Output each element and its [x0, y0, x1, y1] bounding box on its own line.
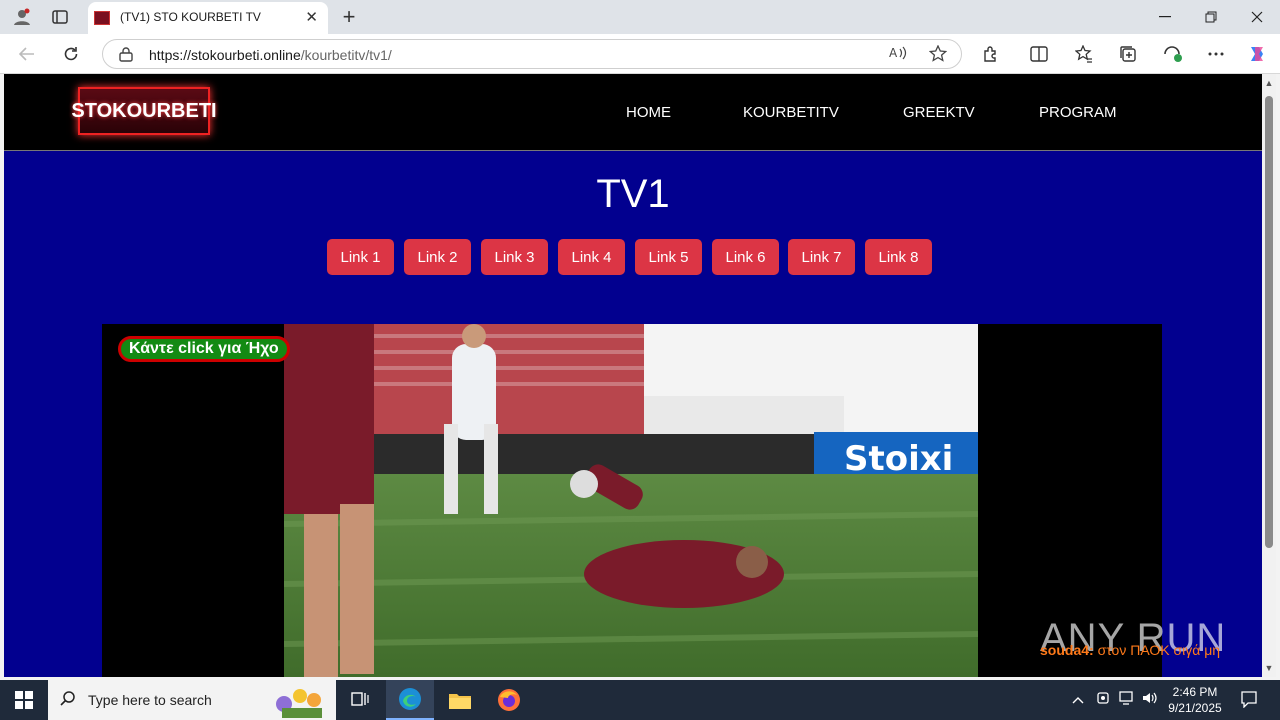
video-player[interactable]: Stoixi Κάντε click για Ήχο [102, 324, 1162, 677]
tray-chevron-icon[interactable] [1072, 691, 1084, 707]
new-tab-button[interactable]: + [336, 4, 362, 30]
collections-icon[interactable] [1115, 42, 1141, 66]
video-frame[interactable]: Stoixi [284, 324, 978, 677]
clock-date: 9/21/2025 [1168, 701, 1222, 715]
site-favicon-icon [94, 11, 110, 25]
url-host: https://stokourbeti.online [149, 47, 301, 63]
chat-ticker: souda4: στον ΠΑΟΚ σιγά μη [1040, 642, 1220, 658]
more-options-icon[interactable] [1203, 42, 1229, 66]
search-decoration-flowers-icon [276, 689, 322, 718]
file-explorer-icon[interactable] [436, 680, 484, 720]
windows-logo-icon [15, 691, 33, 709]
ticker-user: souda4: [1040, 642, 1094, 658]
nav-greektv[interactable]: GREEKTV [903, 104, 975, 121]
scroll-down-icon[interactable]: ▼ [1262, 661, 1276, 675]
link-5-button[interactable]: Link 5 [635, 239, 702, 275]
nav-program[interactable]: PROGRAM [1039, 104, 1117, 121]
notifications-icon[interactable] [1240, 690, 1258, 711]
scrollbar-thumb[interactable] [1265, 96, 1273, 548]
volume-icon[interactable] [1142, 691, 1158, 708]
windows-taskbar: Type here to search 2:46 PM 9/21/2025 [0, 680, 1280, 720]
profile-icon[interactable] [9, 6, 35, 28]
close-tab-icon[interactable]: ✕ [305, 8, 318, 26]
extensions-icon[interactable] [978, 42, 1004, 66]
video-billboard-text: Stoixi [844, 439, 953, 479]
close-window-icon[interactable] [1234, 0, 1280, 34]
tab-actions-icon[interactable] [47, 6, 73, 28]
copilot-icon[interactable] [1244, 42, 1270, 66]
back-icon[interactable] [14, 42, 40, 66]
page-title: TV1 [596, 172, 670, 216]
restore-icon[interactable] [1188, 0, 1234, 34]
network-icon[interactable] [1119, 691, 1135, 708]
link-7-button[interactable]: Link 7 [788, 239, 855, 275]
search-icon [60, 690, 76, 711]
browser-toolbar: https://stokourbeti.online/kourbetitv/tv… [0, 34, 1280, 74]
edge-taskbar-icon[interactable] [386, 680, 434, 720]
scroll-up-icon[interactable]: ▲ [1262, 76, 1276, 90]
firefox-icon[interactable] [485, 680, 533, 720]
link-2-button[interactable]: Link 2 [404, 239, 471, 275]
tab-title: (TV1) STO KOURBETI TV [120, 10, 261, 24]
link-1-button[interactable]: Link 1 [327, 239, 394, 275]
enable-sound-button[interactable]: Κάντε click για Ήχο [118, 336, 290, 362]
refresh-icon[interactable] [58, 42, 84, 66]
start-button[interactable] [0, 680, 48, 720]
system-clock[interactable]: 2:46 PM 9/21/2025 [1164, 684, 1226, 716]
address-bar[interactable]: https://stokourbeti.online/kourbetitv/tv… [102, 39, 962, 69]
ticker-message: στον ΠΑΟΚ σιγά μη [1097, 642, 1221, 658]
active-tab[interactable]: (TV1) STO KOURBETI TV ✕ [88, 2, 328, 34]
minimize-icon[interactable] [1142, 0, 1188, 34]
link-6-button[interactable]: Link 6 [712, 239, 779, 275]
url-text[interactable]: https://stokourbeti.online/kourbetitv/tv… [149, 47, 392, 63]
link-8-button[interactable]: Link 8 [865, 239, 932, 275]
taskbar-search[interactable]: Type here to search [48, 680, 336, 720]
link-4-button[interactable]: Link 4 [558, 239, 625, 275]
url-path: /kourbetitv/tv1/ [300, 47, 392, 63]
meet-now-icon[interactable] [1096, 691, 1110, 710]
video-scene-image: Stoixi [284, 324, 978, 677]
search-placeholder: Type here to search [88, 692, 212, 708]
performance-icon[interactable] [1160, 42, 1186, 66]
split-screen-icon[interactable] [1026, 42, 1052, 66]
read-aloud-icon[interactable]: A [889, 45, 907, 65]
page-viewport: STOKOURBETI HOME KOURBETITV GREEKTV PROG… [4, 74, 1262, 677]
site-header: STOKOURBETI HOME KOURBETITV GREEKTV PROG… [4, 74, 1262, 151]
nav-kourbetitv[interactable]: KOURBETITV [743, 104, 839, 121]
nav-home[interactable]: HOME [626, 104, 671, 121]
svg-text:A: A [889, 46, 898, 60]
site-info-icon[interactable] [119, 46, 133, 62]
favorites-icon[interactable] [1071, 42, 1097, 66]
clock-time: 2:46 PM [1172, 685, 1218, 699]
task-view-icon[interactable] [336, 680, 384, 720]
favorite-star-icon[interactable] [928, 44, 948, 67]
tab-strip: (TV1) STO KOURBETI TV ✕ + [0, 0, 1280, 34]
site-logo[interactable]: STOKOURBETI [71, 87, 217, 135]
link-3-button[interactable]: Link 3 [481, 239, 548, 275]
page-scrollbar[interactable]: ▲ ▼ [1262, 74, 1276, 677]
